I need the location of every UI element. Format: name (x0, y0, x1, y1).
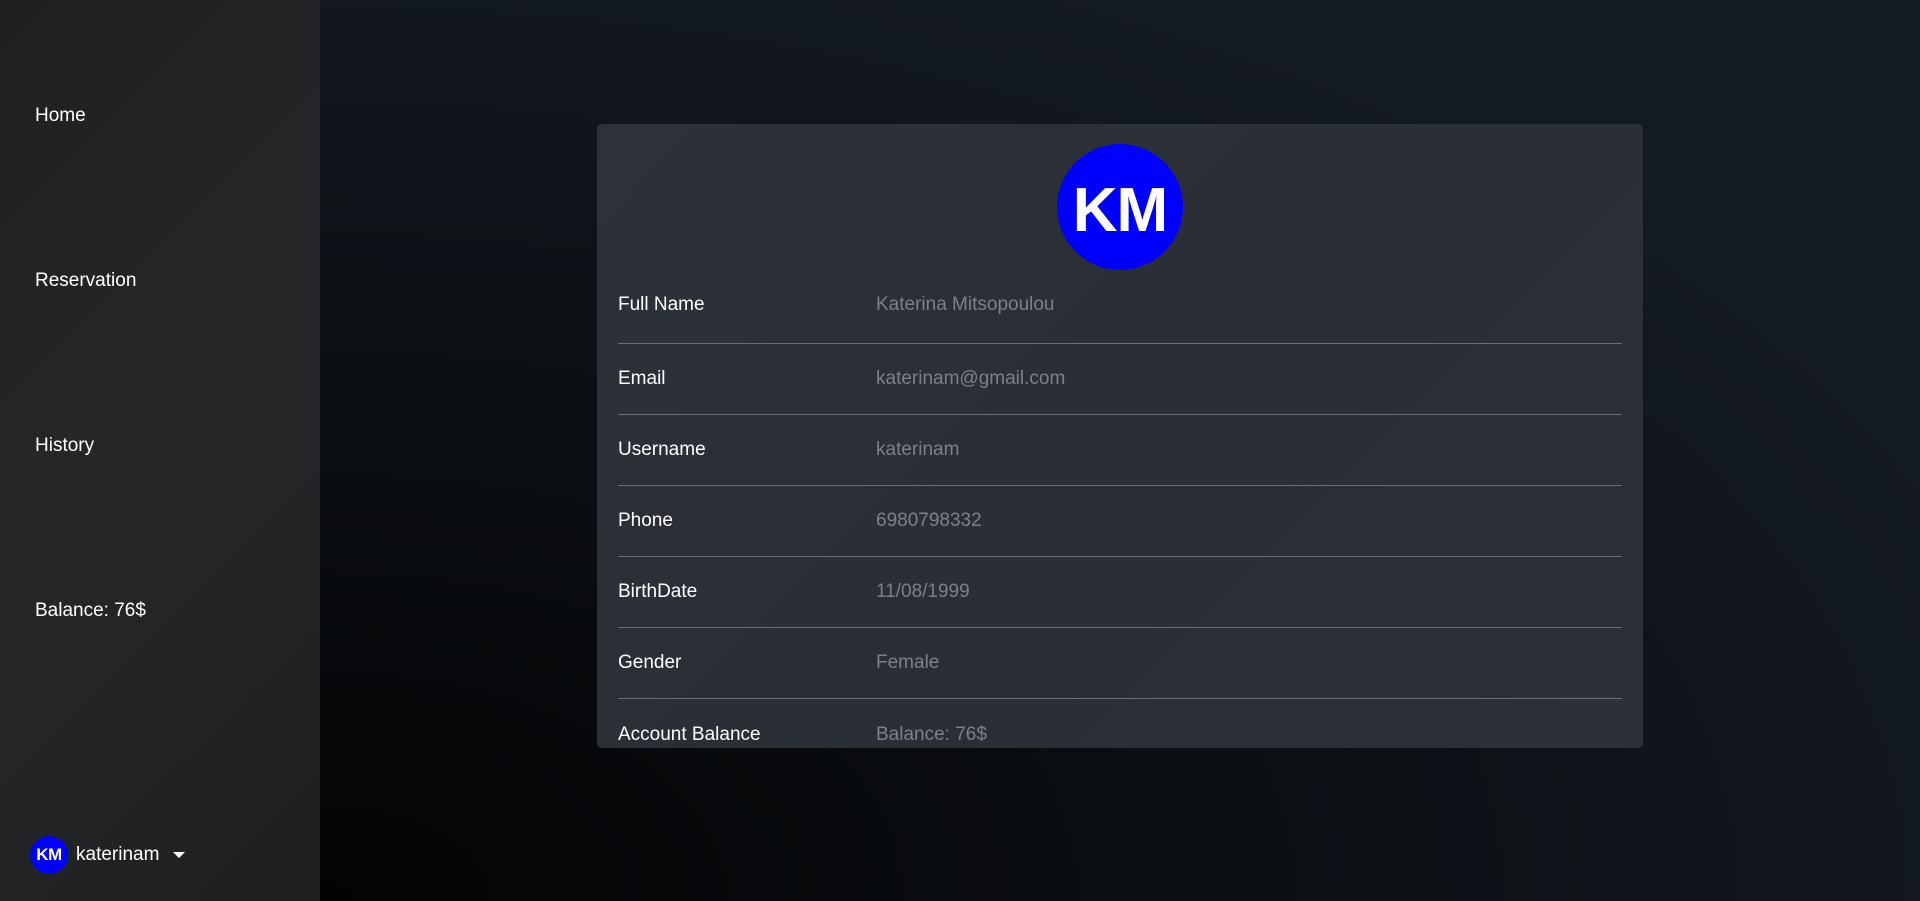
row-label: Email (618, 368, 666, 389)
profile-row-phone: Phone 6980798332 (618, 486, 1622, 557)
row-label: Full Name (618, 294, 705, 315)
profile-row-full-name: Full Name Katerina Mitsopoulou (618, 267, 1622, 344)
profile-row-account-balance: Account Balance Balance: 76$ (618, 699, 1622, 770)
profile-row-email: Email katerinam@gmail.com (618, 344, 1622, 415)
row-label: Phone (618, 510, 673, 531)
user-menu-dropdown[interactable]: KM katerinam (30, 836, 186, 874)
row-value: katerinam (876, 439, 960, 460)
row-label: Account Balance (618, 723, 761, 745)
profile-row-gender: Gender Female (618, 628, 1622, 699)
row-value: Balance: 76$ (876, 723, 987, 745)
profile-row-birthdate: BirthDate 11/08/1999 (618, 557, 1622, 628)
app-root: Home Reservation History Balance: 76$ KM… (0, 0, 1920, 901)
row-value: Female (876, 652, 940, 673)
sidebar-item-history[interactable]: History (35, 435, 94, 457)
profile-details: Full Name Katerina Mitsopoulou Email kat… (618, 267, 1622, 770)
row-label: Username (618, 439, 706, 460)
row-value: 11/08/1999 (876, 581, 970, 602)
row-value: katerinam@gmail.com (876, 368, 1066, 389)
row-label: Gender (618, 652, 682, 673)
row-label: BirthDate (618, 581, 698, 602)
user-menu-username: katerinam (76, 844, 160, 865)
sidebar-balance: Balance: 76$ (35, 600, 146, 621)
row-value: 6980798332 (876, 510, 982, 531)
profile-card: KM Full Name Katerina Mitsopoulou Email … (597, 124, 1643, 748)
profile-avatar: KM (1057, 144, 1183, 270)
row-value: Katerina Mitsopoulou (876, 294, 1055, 315)
sidebar-item-home[interactable]: Home (35, 105, 86, 127)
profile-row-username: Username katerinam (618, 415, 1622, 486)
caret-down-icon (173, 852, 186, 858)
sidebar: Home Reservation History Balance: 76$ KM… (0, 0, 320, 901)
user-avatar: KM (30, 836, 68, 874)
main-content: KM Full Name Katerina Mitsopoulou Email … (320, 0, 1920, 901)
sidebar-item-reservation[interactable]: Reservation (35, 270, 136, 292)
